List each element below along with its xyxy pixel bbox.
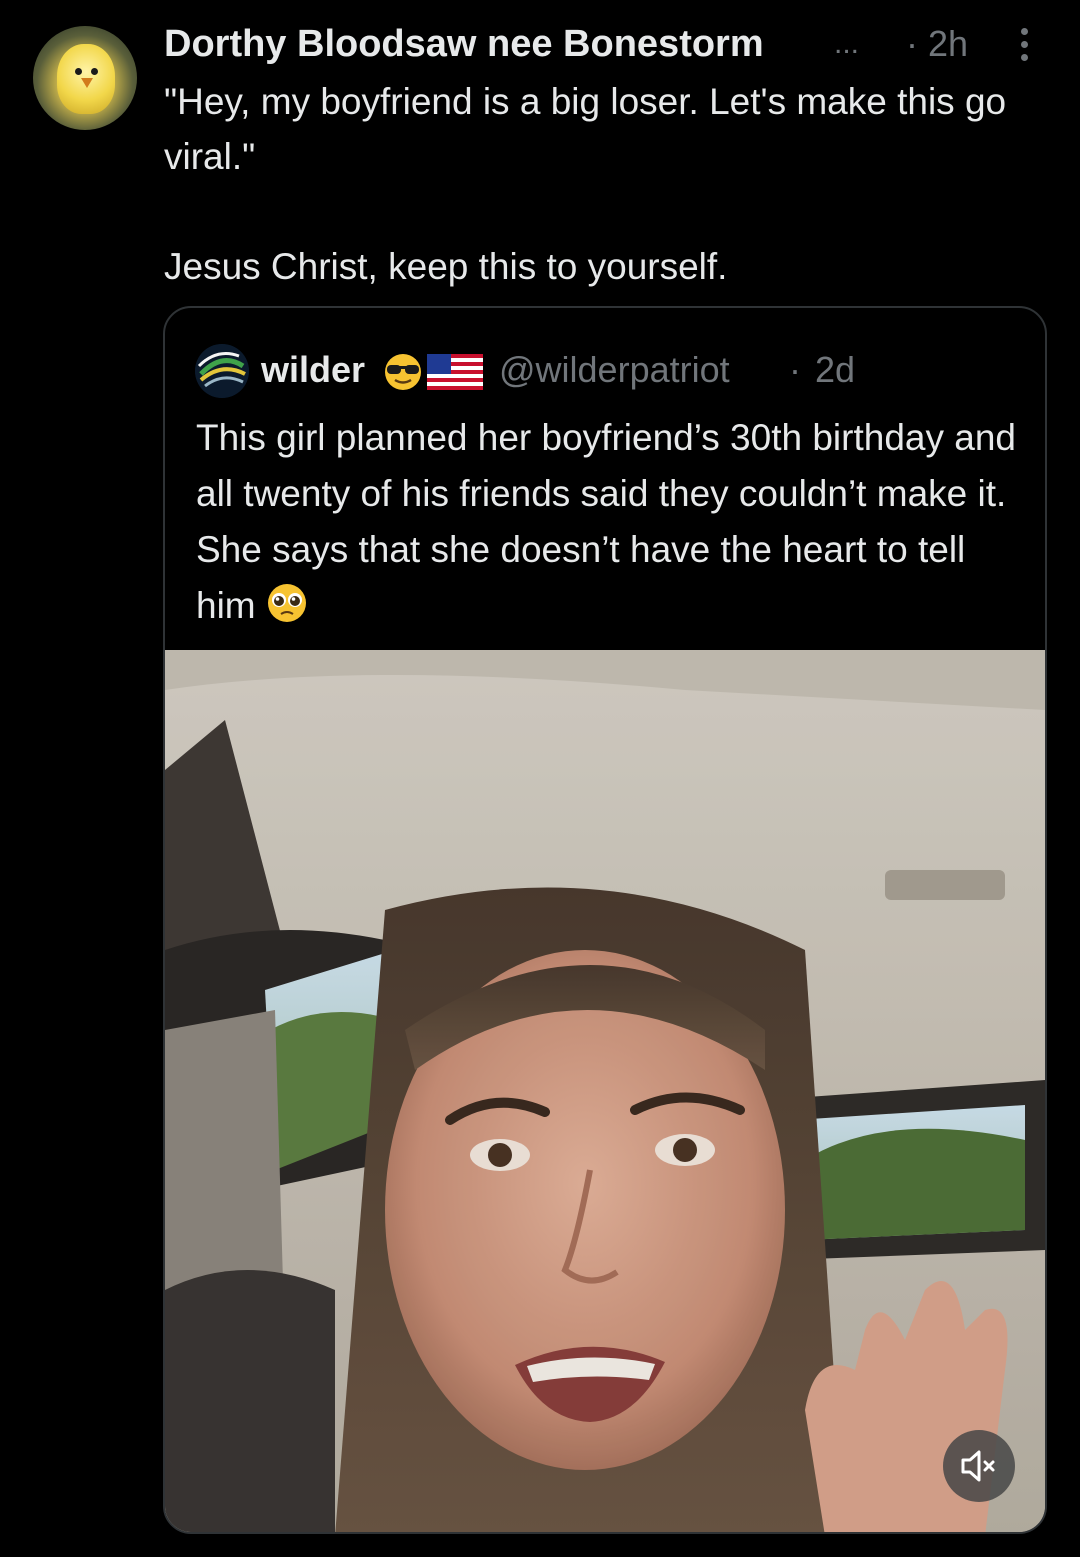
tweet-timestamp[interactable]: · 2h <box>906 20 968 68</box>
quoted-author-handle[interactable]: @wilderpatriot <box>499 344 730 396</box>
pleading-face-emoji-icon <box>267 584 306 622</box>
name-truncation: ... <box>834 27 860 60</box>
chick-eye-right <box>91 68 98 75</box>
speaker-muted-icon <box>961 1450 995 1482</box>
quoted-tweet-card[interactable]: wilder @wilderpatriot · 2d This girl pla… <box>163 306 1047 1534</box>
chick-eye-left <box>75 68 82 75</box>
chick-beak <box>81 78 93 88</box>
separator-dot: · <box>789 349 801 390</box>
quoted-tweet-header: wilder @wilderpatriot · 2d <box>195 344 1015 398</box>
video-player[interactable] <box>165 650 1045 1532</box>
quoted-author-display-name[interactable]: wilder <box>261 344 365 396</box>
tweet-header: Dorthy Bloodsaw nee Bonestorm ... · 2h <box>164 20 1044 70</box>
globe-logo-icon <box>195 344 249 398</box>
video-thumbnail <box>165 650 1045 1532</box>
mute-toggle-button[interactable] <box>943 1430 1015 1502</box>
author-display-name[interactable]: Dorthy Bloodsaw nee Bonestorm <box>164 20 764 68</box>
author-avatar[interactable] <box>33 26 137 130</box>
tweet[interactable]: Dorthy Bloodsaw nee Bonestorm ... · 2h "… <box>0 0 1080 1557</box>
tweet-text: "Hey, my boyfriend is a big loser. Let's… <box>164 81 1007 287</box>
sunglasses-emoji-icon <box>385 354 421 390</box>
more-vertical-icon[interactable] <box>1012 28 1036 68</box>
quoted-author-avatar[interactable] <box>195 344 249 398</box>
quoted-tweet-timestamp[interactable]: 2d <box>815 344 855 396</box>
quoted-tweet-text: This girl planned her boyfriend’s 30th b… <box>196 417 1016 626</box>
quoted-tweet-text-block: This girl planned her boyfriend’s 30th b… <box>196 410 1016 634</box>
us-flag-emoji-icon <box>427 354 483 390</box>
